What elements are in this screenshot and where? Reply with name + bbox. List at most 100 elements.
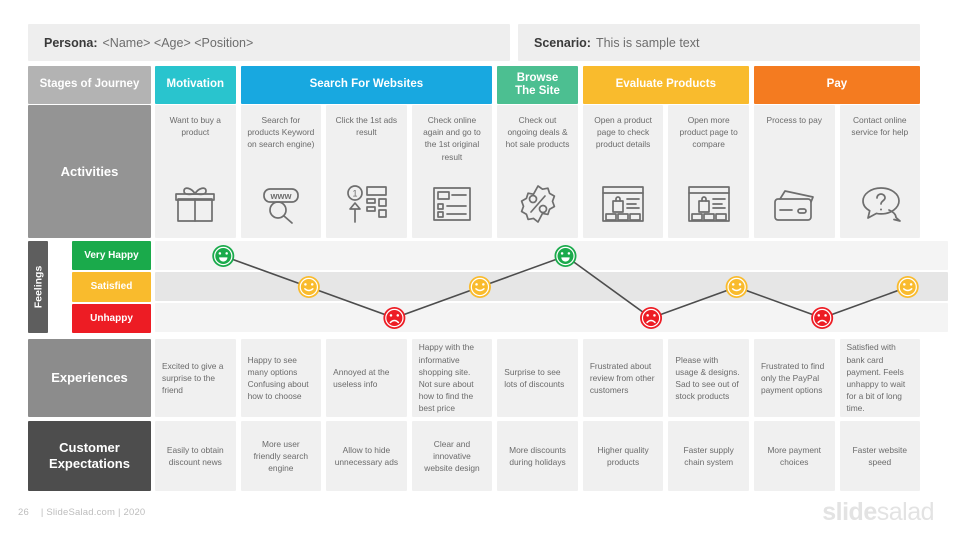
persona-label: Persona:	[44, 36, 98, 50]
header-bar: Persona: <Name> <Age> <Position> Scenari…	[28, 24, 920, 61]
expectation-cell-text: Higher quality products	[583, 444, 664, 468]
expectations-label-text: Customer Expectations	[28, 440, 151, 471]
www-search-icon: www	[258, 184, 304, 229]
expectation-cell[interactable]: Clear and innovative website design	[412, 421, 493, 491]
feeling-marker-satisfied[interactable]	[298, 276, 320, 298]
search-listing-icon	[430, 184, 474, 229]
experience-cell-text: Surprise to see lots of discounts	[497, 366, 578, 390]
footer: 26 | SlideSalad.com | 2020	[18, 507, 145, 518]
slidesalad-logo: slidesalad	[822, 498, 934, 527]
feeling-key-satisfied: Satisfied	[72, 272, 151, 301]
scenario-box: Scenario: This is sample text	[518, 24, 920, 61]
row-label-activities: Activities	[28, 105, 151, 238]
activity-text: Open a product page to check product det…	[583, 105, 664, 151]
stages-corner-label: Stages of Journey	[28, 66, 151, 104]
experience-cell-text: Satisfied with bank card payment. Feels …	[840, 341, 921, 414]
activity-text: Process to pay	[754, 105, 835, 126]
feelings-line-chart	[155, 241, 948, 333]
activity-cell[interactable]: Click the 1st ads result 1	[326, 105, 407, 238]
experience-cell-text: Frustrated to find only the PayPal payme…	[754, 360, 835, 397]
expectation-cell-text: Clear and innovative website design	[412, 438, 493, 475]
expectation-cell-text: More payment choices	[754, 444, 835, 468]
scenario-value: This is sample text	[596, 36, 700, 50]
expectation-cell[interactable]: More payment choices	[754, 421, 835, 491]
stage-header-motivation[interactable]: Motivation	[155, 66, 236, 104]
credit-card-icon	[771, 186, 817, 229]
chat-help-icon	[858, 184, 902, 229]
expectations-row: Easily to obtain discount newsMore user …	[155, 421, 920, 491]
expectation-cell[interactable]: More user friendly search engine	[241, 421, 322, 491]
experience-cell[interactable]: Excited to give a surprise to the friend	[155, 339, 236, 417]
persona-box: Persona: <Name> <Age> <Position>	[28, 24, 510, 61]
discount-badge-icon	[517, 184, 559, 229]
gift-icon	[173, 184, 217, 229]
scenario-label: Scenario:	[534, 36, 591, 50]
experience-cell-text: Annoyed at the useless info	[326, 366, 407, 390]
expectation-cell-text: Faster website speed	[840, 444, 921, 468]
row-label-experiences: Experiences	[28, 339, 151, 417]
experience-cell[interactable]: Frustrated about review from other custo…	[583, 339, 664, 417]
expectation-cell[interactable]: Higher quality products	[583, 421, 664, 491]
activities-label-text: Activities	[61, 164, 119, 180]
activities-row: Want to buy a productSearch for products…	[155, 105, 920, 238]
stage-header-search-for-websites[interactable]: Search For Websites	[241, 66, 493, 104]
feeling-marker-unhappy[interactable]	[383, 307, 405, 329]
activity-cell[interactable]: Want to buy a product	[155, 105, 236, 238]
feeling-marker-happy[interactable]	[555, 245, 577, 267]
experiences-label-text: Experiences	[51, 370, 128, 386]
activity-cell[interactable]: Open more product page to compare	[668, 105, 749, 238]
experience-cell[interactable]: Surprise to see lots of discounts	[497, 339, 578, 417]
experience-cell[interactable]: Frustrated to find only the PayPal payme…	[754, 339, 835, 417]
activity-cell[interactable]: Process to pay	[754, 105, 835, 238]
stage-header-pay[interactable]: Pay	[754, 66, 920, 104]
product-page-icon	[600, 184, 646, 229]
activity-text: Click the 1st ads result	[326, 105, 407, 138]
experience-cell[interactable]: Please with usage & designs. Sad to see …	[668, 339, 749, 417]
activity-text: Search for products Keyword on search en…	[241, 105, 322, 151]
persona-value: <Name> <Age> <Position>	[103, 36, 254, 50]
experiences-row: Excited to give a surprise to the friend…	[155, 339, 920, 417]
activity-cell[interactable]: Open a product page to check product det…	[583, 105, 664, 238]
stage-header-row: MotivationSearch For WebsitesBrowseThe S…	[155, 66, 920, 104]
feeling-marker-unhappy[interactable]	[811, 307, 833, 329]
feelings-chart-area	[155, 241, 948, 333]
row-label-expectations: Customer Expectations	[28, 421, 151, 491]
expectation-cell[interactable]: Faster website speed	[840, 421, 921, 491]
ranking-result-icon: 1	[343, 184, 389, 229]
stages-corner-text: Stages of Journey	[40, 78, 140, 92]
journey-map-slide: Persona: <Name> <Age> <Position> Scenari…	[0, 0, 960, 540]
experience-cell[interactable]: Happy with the informative shopping site…	[412, 339, 493, 417]
feeling-marker-unhappy[interactable]	[640, 307, 662, 329]
feeling-marker-happy[interactable]	[212, 245, 234, 267]
expectation-cell[interactable]: More discounts during holidays	[497, 421, 578, 491]
expectation-cell[interactable]: Easily to obtain discount news	[155, 421, 236, 491]
experience-cell[interactable]: Happy to see many options Confusing abou…	[241, 339, 322, 417]
activity-cell[interactable]: Search for products Keyword on search en…	[241, 105, 322, 238]
expectation-cell[interactable]: Faster supply chain system	[668, 421, 749, 491]
logo-part-b: salad	[877, 498, 934, 526]
experience-cell-text: Excited to give a surprise to the friend	[155, 360, 236, 397]
page-number: 26	[18, 507, 29, 518]
experience-cell-text: Happy to see many options Confusing abou…	[241, 354, 322, 403]
experience-cell-text: Frustrated about review from other custo…	[583, 360, 664, 397]
expectation-cell-text: Faster supply chain system	[668, 444, 749, 468]
feelings-section: Feelings Very HappySatisfiedUnhappy	[28, 241, 920, 333]
stage-header-evaluate-products[interactable]: Evaluate Products	[583, 66, 749, 104]
activity-cell[interactable]: Contact online service for help	[840, 105, 921, 238]
experience-cell[interactable]: Satisfied with bank card payment. Feels …	[840, 339, 921, 417]
expectation-cell-text: Allow to hide unnecessary ads	[326, 444, 407, 468]
expectation-cell-text: More discounts during holidays	[497, 444, 578, 468]
experience-cell-text: Happy with the informative shopping site…	[412, 341, 493, 414]
activity-text: Open more product page to compare	[668, 105, 749, 151]
experience-cell[interactable]: Annoyed at the useless info	[326, 339, 407, 417]
feelings-legend: Very HappySatisfiedUnhappy	[72, 241, 151, 333]
feeling-marker-satisfied[interactable]	[897, 276, 919, 298]
expectation-cell-text: More user friendly search engine	[241, 438, 322, 475]
activity-cell[interactable]: Check out ongoing deals & hot sale produ…	[497, 105, 578, 238]
stage-header-browse-the-site[interactable]: BrowseThe Site	[497, 66, 578, 104]
activity-cell[interactable]: Check online again and go to the 1st ori…	[412, 105, 493, 238]
feeling-marker-satisfied[interactable]	[469, 276, 491, 298]
feeling-marker-satisfied[interactable]	[726, 276, 748, 298]
expectation-cell[interactable]: Allow to hide unnecessary ads	[326, 421, 407, 491]
experience-cell-text: Please with usage & designs. Sad to see …	[668, 354, 749, 403]
